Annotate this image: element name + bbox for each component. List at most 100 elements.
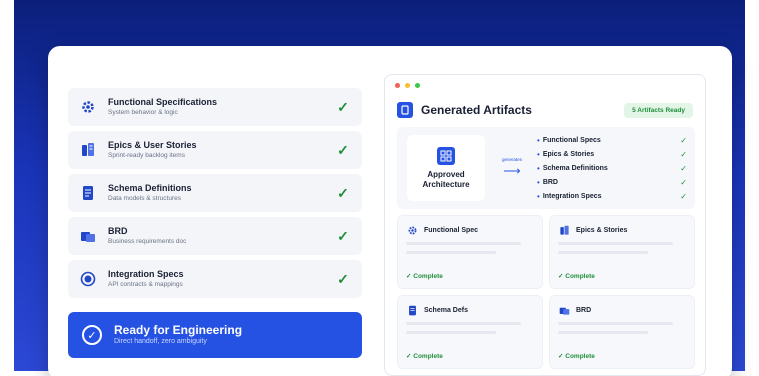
architecture-label: Approved Architecture	[422, 169, 470, 189]
check-icon: ✓	[680, 191, 687, 201]
spec-item-brd[interactable]: BRD Business requirements doc ✓	[68, 217, 362, 255]
placeholder-line	[558, 251, 648, 254]
spec-text: Functional Specifications System behavio…	[108, 97, 334, 117]
placeholder-line	[558, 322, 674, 325]
spec-title: Schema Definitions	[108, 183, 192, 193]
approved-architecture[interactable]: Approved Architecture	[407, 135, 485, 201]
check-icon: ✓	[337, 227, 349, 244]
spec-subtitle: API contracts & mappings	[108, 281, 183, 288]
gear-icon	[78, 97, 98, 117]
document-icon	[78, 183, 98, 203]
artifacts-ready-badge: 5 Artifacts Ready	[624, 102, 693, 118]
minimize-dot[interactable]	[405, 83, 410, 88]
tile-title: Epics & Stories	[576, 226, 628, 234]
check-icon: ✓	[337, 270, 349, 287]
spec-subtitle: Sprint-ready backlog items	[108, 152, 185, 159]
bullet-icon: •	[537, 191, 540, 201]
placeholder-line	[406, 331, 496, 334]
window-controls	[395, 83, 420, 88]
spec-item-integration[interactable]: Integration Specs API contracts & mappin…	[68, 260, 362, 298]
placeholder-line	[558, 331, 648, 334]
spec-title: Functional Specifications	[108, 97, 218, 107]
check-icon: ✓	[680, 163, 687, 173]
spec-subtitle: Data models & structures	[108, 195, 181, 202]
checkmark-circle-icon: ✓	[82, 325, 102, 345]
artifact-tile-epics[interactable]: Epics & Stories ✓ Complete	[549, 215, 695, 289]
tile-title: Schema Defs	[424, 306, 468, 314]
stack-icon	[78, 140, 98, 160]
spec-item-epics[interactable]: Epics & User Stories Sprint-ready backlo…	[68, 131, 362, 169]
bullet-icon: •	[537, 135, 540, 145]
output-label: Integration Specs	[542, 192, 602, 200]
spec-subtitle: System behavior & logic	[108, 109, 178, 116]
output-item: • Schema Definitions ✓	[537, 161, 687, 175]
panel-title: Generated Artifacts	[421, 103, 532, 117]
artifact-tile-schema[interactable]: Schema Defs ✓ Complete	[397, 295, 543, 369]
generates-connector: generates ⟶	[493, 157, 531, 180]
check-icon: ✓	[337, 184, 349, 201]
placeholder-line	[406, 242, 522, 245]
spec-item-functional[interactable]: Functional Specifications System behavio…	[68, 88, 362, 126]
spec-subtitle: Business requirements doc	[108, 238, 187, 245]
maximize-dot[interactable]	[415, 83, 420, 88]
status-complete: ✓ Complete	[406, 273, 443, 280]
bullet-icon: •	[537, 149, 540, 159]
spec-title: BRD	[108, 226, 128, 236]
page-margin-left	[0, 0, 14, 376]
generation-flow: Approved Architecture generates ⟶ • Func…	[397, 127, 695, 209]
tile-header: Functional Spec	[406, 224, 534, 236]
output-label: BRD	[542, 178, 558, 186]
spec-text: Integration Specs API contracts & mappin…	[108, 269, 334, 289]
page-margin-right	[745, 0, 759, 376]
spec-item-schema[interactable]: Schema Definitions Data models & structu…	[68, 174, 362, 212]
grid-icon	[437, 146, 455, 165]
generates-label: generates	[501, 157, 522, 162]
ready-text: Ready for Engineering Direct handoff, ze…	[114, 323, 242, 347]
placeholder-line	[406, 251, 496, 254]
gear-icon	[406, 224, 418, 236]
output-item: • BRD ✓	[537, 175, 687, 189]
check-icon: ✓	[680, 149, 687, 159]
placeholder-line	[406, 322, 522, 325]
artifact-grid: Functional Spec ✓ Complete Epics & Stori…	[397, 215, 695, 369]
spec-list: Functional Specifications System behavio…	[68, 88, 362, 303]
tile-title: Functional Spec	[424, 226, 479, 234]
ready-banner[interactable]: ✓ Ready for Engineering Direct handoff, …	[68, 312, 362, 358]
tile-title: BRD	[576, 306, 592, 314]
close-dot[interactable]	[395, 83, 400, 88]
bullet-icon: •	[537, 177, 540, 187]
output-item: • Epics & Stories ✓	[537, 147, 687, 161]
check-icon: ✓	[337, 141, 349, 158]
feature-card: Functional Specifications System behavio…	[48, 46, 732, 376]
ready-subtitle: Direct handoff, zero ambiguity	[114, 338, 207, 345]
spec-title: Integration Specs	[108, 269, 184, 279]
document-icon	[406, 304, 418, 316]
output-item: • Functional Specs ✓	[537, 133, 687, 147]
tile-header: Schema Defs	[406, 304, 534, 316]
folder-icon	[558, 304, 570, 316]
tile-header: Epics & Stories	[558, 224, 686, 236]
status-complete: ✓ Complete	[558, 353, 595, 360]
output-label: Schema Definitions	[542, 164, 608, 172]
output-list: • Functional Specs ✓ • Epics & Stories ✓…	[537, 133, 687, 203]
spec-text: Epics & User Stories Sprint-ready backlo…	[108, 140, 334, 160]
output-label: Functional Specs	[542, 136, 601, 144]
panel-header: Generated Artifacts 5 Artifacts Ready	[397, 99, 693, 121]
file-icon	[397, 102, 413, 118]
stack-icon	[558, 224, 570, 236]
spec-text: BRD Business requirements doc	[108, 226, 334, 246]
artifact-tile-functional[interactable]: Functional Spec ✓ Complete	[397, 215, 543, 289]
spec-title: Epics & User Stories	[108, 140, 197, 150]
check-icon: ✓	[680, 177, 687, 187]
status-complete: ✓ Complete	[558, 273, 595, 280]
bullet-icon: •	[537, 163, 540, 173]
artifact-tile-brd[interactable]: BRD ✓ Complete	[549, 295, 695, 369]
output-label: Epics & Stories	[542, 150, 595, 158]
ready-title: Ready for Engineering	[114, 323, 243, 337]
folder-icon	[78, 226, 98, 246]
tile-header: BRD	[558, 304, 686, 316]
check-icon: ✓	[337, 98, 349, 115]
artifacts-panel: Generated Artifacts 5 Artifacts Ready Ap…	[384, 74, 706, 376]
spec-text: Schema Definitions Data models & structu…	[108, 183, 334, 203]
output-item: • Integration Specs ✓	[537, 189, 687, 203]
